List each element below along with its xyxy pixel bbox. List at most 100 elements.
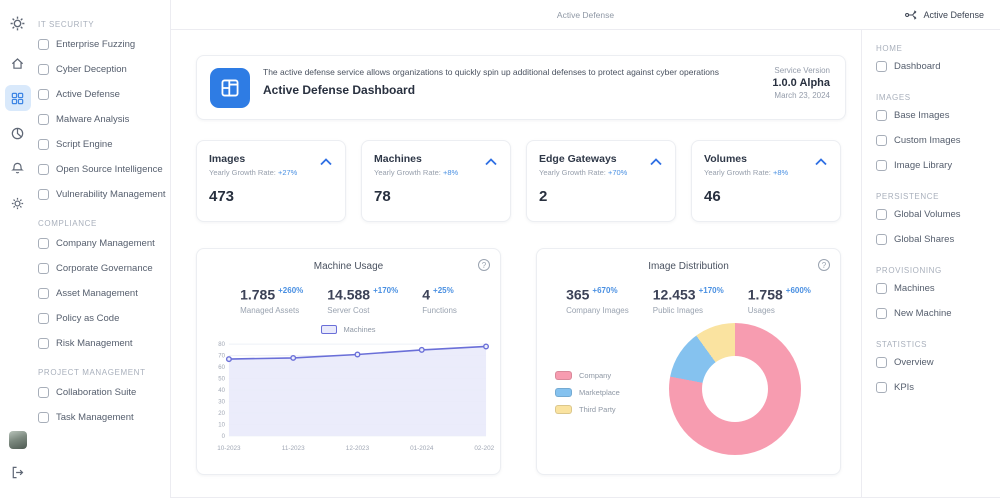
nav-item-vulnerability-management[interactable]: Vulnerability Management bbox=[35, 182, 170, 207]
nav-item-overview[interactable]: Overview bbox=[876, 350, 1000, 375]
left-sidebar: IT SECURITY Enterprise Fuzzing Cyber Dec… bbox=[35, 0, 170, 430]
machine-usage-title: Machine Usage bbox=[205, 261, 492, 272]
stat-usages: 1.758+600% Usages bbox=[748, 286, 811, 315]
svg-text:30: 30 bbox=[218, 400, 225, 406]
rail-item-active-defense[interactable] bbox=[5, 85, 31, 111]
section-title-images: IMAGES bbox=[876, 93, 1000, 102]
image-distribution-donut bbox=[669, 323, 801, 455]
user-avatar[interactable] bbox=[9, 431, 27, 449]
image-library-icon bbox=[876, 160, 887, 171]
service-version-value: 1.0.0 Alpha bbox=[772, 77, 830, 89]
stat-card-title: Images bbox=[209, 153, 333, 165]
company-management-icon bbox=[38, 238, 49, 249]
stat-value: 473 bbox=[209, 188, 333, 205]
nav-item-active-defense[interactable]: Active Defense bbox=[35, 82, 170, 107]
image-distribution-title: Image Distribution bbox=[545, 261, 832, 272]
logout-button[interactable] bbox=[5, 459, 31, 485]
company-swatch bbox=[555, 371, 572, 380]
help-icon[interactable]: ? bbox=[478, 259, 490, 271]
stat-delta: +25% bbox=[433, 286, 454, 295]
growth-value: +8% bbox=[443, 168, 458, 177]
help-icon[interactable]: ? bbox=[818, 259, 830, 271]
legend-item-company[interactable]: Company bbox=[555, 371, 655, 380]
app-logo[interactable] bbox=[5, 10, 31, 36]
nav-item-label: Policy as Code bbox=[56, 313, 119, 324]
nav-item-image-library[interactable]: Image Library bbox=[876, 153, 1000, 178]
rail-item-notifications[interactable] bbox=[5, 155, 31, 181]
chevron-up-icon[interactable] bbox=[319, 157, 333, 166]
nav-item-label: Enterprise Fuzzing bbox=[56, 39, 135, 50]
nav-item-label: Risk Management bbox=[56, 338, 133, 349]
policy-as-code-icon bbox=[38, 313, 49, 324]
nav-item-cyber-deception[interactable]: Cyber Deception bbox=[35, 57, 170, 82]
chevron-up-icon[interactable] bbox=[649, 157, 663, 166]
nav-item-label: Global Shares bbox=[894, 234, 954, 245]
nav-item-base-images[interactable]: Base Images bbox=[876, 103, 1000, 128]
chevron-up-icon[interactable] bbox=[484, 157, 498, 166]
banner-text: The active defense service allows organi… bbox=[263, 67, 719, 97]
overview-icon bbox=[876, 357, 887, 368]
nav-item-company-management[interactable]: Company Management bbox=[35, 231, 170, 256]
svg-text:60: 60 bbox=[218, 365, 225, 371]
stat-growth: Yearly Growth Rate: +27% bbox=[209, 168, 333, 177]
stat-growth: Yearly Growth Rate: +8% bbox=[704, 168, 828, 177]
nav-item-global-volumes[interactable]: Global Volumes bbox=[876, 202, 1000, 227]
machines-legend[interactable]: Machines bbox=[205, 325, 492, 334]
legend-item-marketplace[interactable]: Marketplace bbox=[555, 388, 655, 397]
nav-item-label: Task Management bbox=[56, 412, 134, 423]
legend-item-third-party[interactable]: Third Party bbox=[555, 405, 655, 414]
service-version-block: Service Version 1.0.0 Alpha March 23, 20… bbox=[772, 66, 830, 100]
icon-rail bbox=[0, 0, 35, 502]
custom-images-icon bbox=[876, 135, 887, 146]
nav-item-task-management[interactable]: Task Management bbox=[35, 405, 170, 430]
nav-item-asset-management[interactable]: Asset Management bbox=[35, 281, 170, 306]
nav-item-label: Script Engine bbox=[56, 139, 113, 150]
stat-card-title: Edge Gateways bbox=[539, 153, 663, 165]
stat-functions: 4+25% Functions bbox=[422, 286, 457, 315]
content-area: The active defense service allows organi… bbox=[171, 30, 862, 497]
stat-card-volumes: Volumes Yearly Growth Rate: +8% 46 bbox=[691, 140, 841, 222]
service-version-label: Service Version bbox=[772, 66, 830, 75]
chevron-up-icon[interactable] bbox=[814, 157, 828, 166]
section-title-persistence: PERSISTENCE bbox=[876, 192, 1000, 201]
nav-item-label: Collaboration Suite bbox=[56, 387, 136, 398]
active-defense-action[interactable]: Active Defense bbox=[904, 0, 984, 30]
nav-item-open-source-intelligence[interactable]: Open Source Intelligence bbox=[35, 157, 170, 182]
nav-item-script-engine[interactable]: Script Engine bbox=[35, 132, 170, 157]
nav-item-dashboard[interactable]: Dashboard bbox=[876, 54, 1000, 79]
asset-management-icon bbox=[38, 288, 49, 299]
nav-item-collaboration-suite[interactable]: Collaboration Suite bbox=[35, 380, 170, 405]
nav-item-corporate-governance[interactable]: Corporate Governance bbox=[35, 256, 170, 281]
task-management-icon bbox=[38, 412, 49, 423]
rail-item-settings[interactable] bbox=[5, 190, 31, 216]
third-party-swatch bbox=[555, 405, 572, 414]
logout-icon bbox=[10, 465, 25, 480]
rail-item-analytics[interactable] bbox=[5, 120, 31, 146]
nav-item-new-machine[interactable]: New Machine bbox=[876, 301, 1000, 326]
stat-server-cost: 14.588+170% Server Cost bbox=[327, 286, 398, 315]
svg-text:12-2023: 12-2023 bbox=[346, 445, 370, 452]
machine-usage-line-chart: 0102030405060708010-202311-202312-202301… bbox=[205, 334, 494, 456]
svg-text:11-2023: 11-2023 bbox=[282, 445, 305, 452]
corporate-governance-icon bbox=[38, 263, 49, 274]
nav-item-kpis[interactable]: KPIs bbox=[876, 375, 1000, 400]
stat-card-title: Machines bbox=[374, 153, 498, 165]
nav-item-malware-analysis[interactable]: Malware Analysis bbox=[35, 107, 170, 132]
script-engine-icon bbox=[38, 139, 49, 150]
osint-icon bbox=[38, 164, 49, 175]
svg-text:50: 50 bbox=[218, 377, 225, 383]
nav-item-label: Machines bbox=[894, 283, 935, 294]
rail-item-home[interactable] bbox=[5, 50, 31, 76]
nav-item-label: New Machine bbox=[894, 308, 952, 319]
nav-item-policy-as-code[interactable]: Policy as Code bbox=[35, 306, 170, 331]
nav-item-enterprise-fuzzing[interactable]: Enterprise Fuzzing bbox=[35, 32, 170, 57]
nav-item-global-shares[interactable]: Global Shares bbox=[876, 227, 1000, 252]
machines-legend-label: Machines bbox=[343, 325, 375, 334]
section-title-it-security: IT SECURITY bbox=[38, 20, 170, 29]
nav-item-custom-images[interactable]: Custom Images bbox=[876, 128, 1000, 153]
nav-item-label: KPIs bbox=[894, 382, 914, 393]
nav-item-machines[interactable]: Machines bbox=[876, 276, 1000, 301]
nav-item-risk-management[interactable]: Risk Management bbox=[35, 331, 170, 356]
stat-delta: +600% bbox=[786, 286, 811, 295]
stat-card-edge-gateways: Edge Gateways Yearly Growth Rate: +70% 2 bbox=[526, 140, 676, 222]
